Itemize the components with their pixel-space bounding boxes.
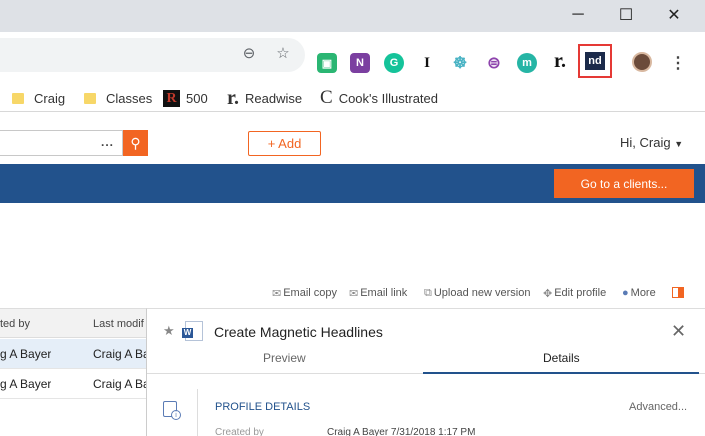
list-header: ted by Last modif <box>0 308 146 338</box>
minimize-button[interactable]: ─ <box>555 0 601 30</box>
folder-icon <box>84 92 96 104</box>
window-close-button[interactable]: ✕ <box>651 0 697 30</box>
bookmark-label: 500 <box>186 90 208 106</box>
word-doc-icon: W <box>182 321 203 341</box>
section-divider <box>197 389 198 436</box>
ext-label: ⊜ <box>487 55 501 72</box>
ext-green-icon[interactable]: ▣ <box>317 53 337 73</box>
created-by-value: Craig A Bayer 7/31/2018 1:17 PM <box>327 427 476 436</box>
instapaper-icon[interactable]: I <box>417 53 437 73</box>
bookmark-500[interactable]: R 500 <box>163 88 208 108</box>
cell-created-by: g A Bayer <box>0 347 52 361</box>
search-button[interactable]: ⚲ <box>123 130 148 156</box>
section-title: PROFILE DETAILS <box>215 401 311 413</box>
edit-profile-link[interactable]: ✥ Edit profile <box>543 286 606 300</box>
bookmark-label: Cook's Illustrated <box>338 90 438 106</box>
bookmark-label: Craig <box>34 90 66 106</box>
column-created-by[interactable]: ted by <box>0 318 30 330</box>
ext-label: ☸ <box>452 55 468 72</box>
action-label: Email copy <box>283 287 338 299</box>
chrome-menu-icon[interactable]: ⋮ <box>670 53 686 73</box>
bookmark-label: Classes <box>106 90 153 106</box>
user-menu[interactable]: Hi, Craig ▼ <box>620 135 683 150</box>
bookmarks-bar: Craig Classes R 500 r. Readwise C Cook's Il… <box>0 84 705 112</box>
greeting-text: Hi, Craig <box>620 135 671 150</box>
purple-ext-icon[interactable]: ⊜ <box>484 53 504 73</box>
favorite-star-icon[interactable]: ★ <box>163 323 175 339</box>
tab-details[interactable]: Details <box>543 351 580 365</box>
goto-clients-button[interactable]: Go to a clients... <box>554 169 694 198</box>
search-input[interactable]: ... <box>0 130 123 156</box>
chevron-down-icon: ▼ <box>674 139 684 149</box>
edit-icon: ✥ <box>543 287 553 300</box>
readwise-icon: r. <box>227 86 240 109</box>
table-row[interactable]: g A Bayer Craig A Ba <box>0 339 146 369</box>
email-icon: ✉ <box>272 287 282 300</box>
browser-title-bar: ─ ☐ ✕ <box>0 0 705 32</box>
tab-preview[interactable]: Preview <box>263 351 306 365</box>
info-icon: i <box>163 401 181 420</box>
bookmark-craig[interactable]: Craig <box>12 88 65 108</box>
action-label: Edit profile <box>554 287 607 299</box>
bookmark-cooks-illustrated[interactable]: C Cook's Illustrated <box>320 87 438 108</box>
more-icon: ● <box>622 287 629 299</box>
upload-version-link[interactable]: ⧉ Upload new version <box>424 286 530 300</box>
close-icon: ✕ <box>667 7 681 24</box>
r500-icon: R <box>163 89 180 107</box>
ext-label: m <box>522 57 532 69</box>
readwise-ext-icon[interactable]: r. <box>550 49 570 72</box>
bookmark-label: Readwise <box>245 90 303 106</box>
preview-panel: ★ W Create Magnetic Headlines ✕ Preview … <box>146 308 705 436</box>
ext-label: ▣ <box>321 57 333 70</box>
onenote-icon[interactable]: N <box>350 53 370 73</box>
minimize-icon: ─ <box>572 6 584 23</box>
search-options[interactable]: ... <box>101 135 114 149</box>
cooks-icon: C <box>320 87 333 108</box>
more-link[interactable]: ● More <box>622 286 656 300</box>
ext-label: G <box>389 57 399 69</box>
nd-ext-icon[interactable]: nd <box>585 52 605 70</box>
maximize-icon: ☐ <box>618 7 634 24</box>
action-label: Email link <box>360 287 408 299</box>
octopus-icon[interactable]: ☸ <box>450 53 470 73</box>
action-label: Upload new version <box>433 287 531 299</box>
ext-label: I <box>424 54 430 71</box>
upload-icon: ⧉ <box>424 286 432 299</box>
ext-label: nd <box>588 55 602 67</box>
avatar[interactable] <box>632 52 652 72</box>
column-last-modified[interactable]: Last modif <box>93 318 144 330</box>
email-icon: ✉ <box>349 287 359 300</box>
cell-last-modified: Craig A Ba <box>93 347 146 361</box>
ext-label: r. <box>553 49 567 72</box>
address-bar[interactable]: ⊖ ☆ <box>0 38 305 72</box>
active-tab-indicator <box>423 372 699 374</box>
document-title: Create Magnetic Headlines <box>214 324 383 340</box>
email-link-link[interactable]: ✉ Email link <box>349 286 407 300</box>
bookmark-classes[interactable]: Classes <box>84 88 152 108</box>
zoom-out-icon[interactable]: ⊖ <box>240 45 258 63</box>
table-row[interactable]: g A Bayer Craig A Ba <box>0 369 146 399</box>
advanced-link[interactable]: Advanced... <box>629 401 687 413</box>
ext-label: N <box>356 57 364 69</box>
star-icon[interactable]: ☆ <box>274 45 292 63</box>
folder-icon <box>12 92 24 104</box>
grammarly-icon[interactable]: G <box>384 53 404 73</box>
created-by-label: Created by <box>215 427 264 436</box>
close-preview-icon[interactable]: ✕ <box>671 321 686 342</box>
search-icon: ⚲ <box>130 134 141 151</box>
m-ext-icon[interactable]: m <box>517 53 537 73</box>
action-label: More <box>630 287 656 299</box>
panel-toggle-icon[interactable] <box>672 287 684 298</box>
bookmark-readwise[interactable]: r. Readwise <box>227 86 303 109</box>
maximize-button[interactable]: ☐ <box>603 0 649 30</box>
cell-created-by: g A Bayer <box>0 377 52 391</box>
add-button[interactable]: + Add <box>248 131 321 156</box>
cell-last-modified: Craig A Ba <box>93 377 146 391</box>
email-copy-link[interactable]: ✉ Email copy <box>272 286 337 300</box>
